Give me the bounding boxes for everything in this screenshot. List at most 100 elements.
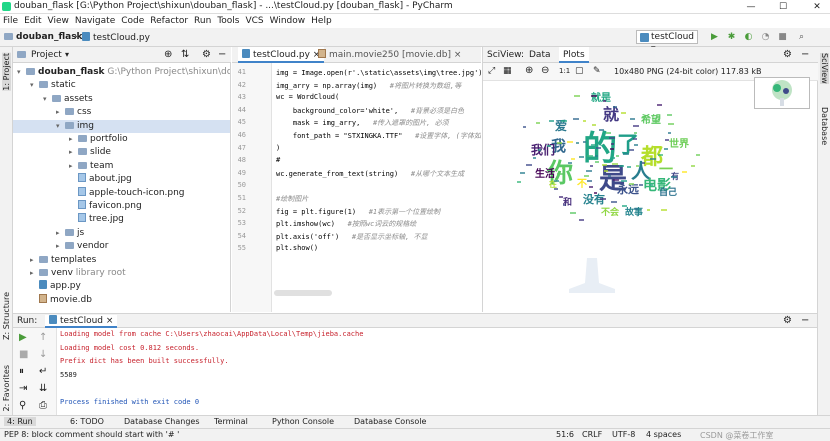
tree-item[interactable]: ▸ vendor — [56, 240, 109, 253]
tree-item[interactable]: favicon.png — [69, 200, 142, 213]
menu-window[interactable]: Window — [267, 14, 309, 28]
rerun-icon[interactable]: ▶ — [19, 332, 27, 343]
settings-gear-icon[interactable]: ⚙ — [783, 49, 792, 60]
tree-item[interactable]: ▸ team — [69, 160, 113, 173]
actual-size-button[interactable]: 1:1 — [559, 67, 570, 75]
tab-run[interactable]: 4: Run — [4, 417, 36, 426]
search-icon[interactable]: ⌕ — [796, 32, 807, 43]
zoom-out-icon[interactable]: ⊖ — [541, 65, 549, 76]
locate-icon[interactable]: ⊕ — [164, 49, 172, 60]
grid-icon[interactable]: ▦ — [503, 66, 512, 76]
code-editor[interactable]: img = Image.open(r'.\static\assets\img\t… — [272, 63, 481, 312]
menu-file[interactable]: File — [0, 14, 21, 28]
indent-setting[interactable]: 4 spaces — [646, 430, 681, 439]
zoom-in-icon[interactable]: ⊕ — [525, 65, 533, 76]
stop-icon[interactable]: ■ — [19, 349, 28, 360]
tab-python-console[interactable]: Python Console — [272, 417, 334, 426]
structure-tool-tab[interactable]: Z: Structure — [2, 292, 11, 340]
tree-item[interactable]: apple-touch-icon.png — [69, 186, 185, 200]
favorites-tool-tab[interactable]: 2: Favorites — [2, 365, 11, 411]
fit-icon[interactable]: ⤢ — [488, 66, 495, 76]
tab-database-console[interactable]: Database Console — [354, 417, 426, 426]
tab-movie250[interactable]: main.movie250 [movie.db] × — [314, 47, 465, 63]
hide-panel-icon[interactable]: − — [218, 49, 226, 60]
expanded-arrow-icon[interactable]: ▾ — [56, 120, 65, 133]
plot-thumbnail[interactable] — [754, 77, 810, 109]
collapsed-arrow-icon[interactable]: ▸ — [30, 254, 39, 267]
collapsed-arrow-icon[interactable]: ▸ — [56, 227, 65, 240]
tree-item[interactable]: ▸ templates — [30, 254, 96, 267]
pin-icon[interactable]: ⚲ — [19, 400, 26, 411]
database-tool-tab[interactable]: Database — [820, 107, 829, 145]
menu-refactor[interactable]: Refactor — [147, 14, 191, 28]
scroll-up-icon[interactable]: ↑ — [39, 332, 47, 343]
settings-gear-icon[interactable]: ⚙ — [783, 315, 792, 326]
tree-item[interactable]: ▾ douban_flask G:\Python Project\shixun\d… — [17, 66, 230, 79]
scroll-to-end-icon[interactable]: ⇊ — [39, 383, 47, 394]
tree-item[interactable]: app.py — [30, 280, 81, 293]
stop-icon[interactable]: ■ — [777, 32, 788, 43]
menu-navigate[interactable]: Navigate — [72, 14, 118, 28]
tree-item[interactable]: about.jpg — [69, 173, 132, 186]
line-separator[interactable]: CRLF — [582, 430, 602, 439]
hide-panel-icon[interactable]: − — [801, 49, 809, 60]
print-icon[interactable]: ⎙ — [39, 400, 47, 411]
collapsed-arrow-icon[interactable]: ▸ — [56, 106, 65, 119]
tree-item[interactable]: tree.jpg — [69, 213, 124, 226]
breadcrumb-file[interactable]: testCloud.py — [82, 32, 150, 43]
expanded-arrow-icon[interactable]: ▾ — [17, 66, 26, 79]
tree-item[interactable]: ▸ css — [56, 106, 91, 119]
tree-item[interactable]: ▸ venv library root — [30, 267, 126, 280]
collapsed-arrow-icon[interactable]: ▸ — [30, 267, 39, 280]
pause-icon[interactable]: ⏸ — [19, 366, 24, 377]
menu-run[interactable]: Run — [191, 14, 214, 28]
project-tool-tab[interactable]: 1: Project — [2, 53, 11, 91]
color-picker-icon[interactable]: ✎ — [593, 66, 601, 76]
expanded-arrow-icon[interactable]: ▾ — [43, 93, 52, 106]
profile-icon[interactable]: ◔ — [760, 32, 771, 43]
tab-data[interactable]: Data — [529, 50, 551, 60]
tree-item[interactable]: ▾ assets — [43, 93, 93, 106]
tree-item[interactable]: ▸ slide — [69, 146, 111, 159]
menu-edit[interactable]: Edit — [21, 14, 44, 28]
maximize-icon[interactable]: ☐ — [772, 0, 794, 14]
collapsed-arrow-icon[interactable]: ▸ — [69, 146, 78, 159]
run-tab-testcloud[interactable]: testCloud × — [45, 315, 118, 328]
scroll-down-icon[interactable]: ↓ — [39, 349, 47, 360]
file-encoding[interactable]: UTF-8 — [612, 430, 635, 439]
menu-view[interactable]: View — [45, 14, 72, 28]
settings-gear-icon[interactable]: ⚙ — [202, 49, 211, 60]
menu-vcs[interactable]: VCS — [242, 14, 266, 28]
fit-screen-icon[interactable]: ▢ — [575, 66, 584, 76]
project-view-dropdown-icon[interactable]: ▾ — [65, 50, 69, 59]
minimize-icon[interactable]: — — [740, 0, 762, 14]
tree-item[interactable]: movie.db — [30, 293, 92, 307]
menu-code[interactable]: Code — [118, 14, 147, 28]
expanded-arrow-icon[interactable]: ▾ — [30, 79, 39, 92]
tree-item[interactable]: ▸ js — [56, 227, 84, 240]
console-output[interactable]: Loading model from cache C:\Users\zhaoca… — [57, 328, 817, 415]
hide-panel-icon[interactable]: − — [801, 315, 809, 326]
project-panel-title[interactable]: Project — [31, 50, 62, 60]
menu-tools[interactable]: Tools — [214, 14, 242, 28]
sciview-tool-tab[interactable]: SciView — [820, 53, 829, 84]
tree-item[interactable]: ▾ static — [30, 79, 76, 92]
tab-testcloud[interactable]: testCloud.py × — [238, 47, 325, 63]
breadcrumb-project[interactable]: douban_flask — [4, 32, 83, 42]
caret-position[interactable]: 51:6 — [556, 430, 574, 439]
menu-help[interactable]: Help — [308, 14, 335, 28]
collapsed-arrow-icon[interactable]: ▸ — [69, 133, 78, 146]
tab-close-icon[interactable]: × — [454, 50, 462, 60]
tab-database-changes[interactable]: Database Changes — [124, 417, 200, 426]
soft-wrap-icon[interactable]: ↵ — [39, 366, 47, 377]
collapse-icon[interactable]: ⇅ — [181, 49, 189, 60]
tab-todo[interactable]: 6: TODO — [70, 417, 104, 426]
tree-item[interactable]: ▸ portfolio — [69, 133, 128, 146]
collapsed-arrow-icon[interactable]: ▸ — [69, 160, 78, 173]
run-icon[interactable]: ▶ — [709, 32, 720, 43]
tab-plots[interactable]: Plots — [559, 47, 589, 63]
tree-item[interactable]: ▾ img — [13, 119, 230, 133]
close-icon[interactable]: ✕ — [806, 0, 828, 14]
debug-icon[interactable]: ✱ — [726, 32, 737, 43]
restore-layout-icon[interactable]: ⇥ — [19, 383, 27, 394]
